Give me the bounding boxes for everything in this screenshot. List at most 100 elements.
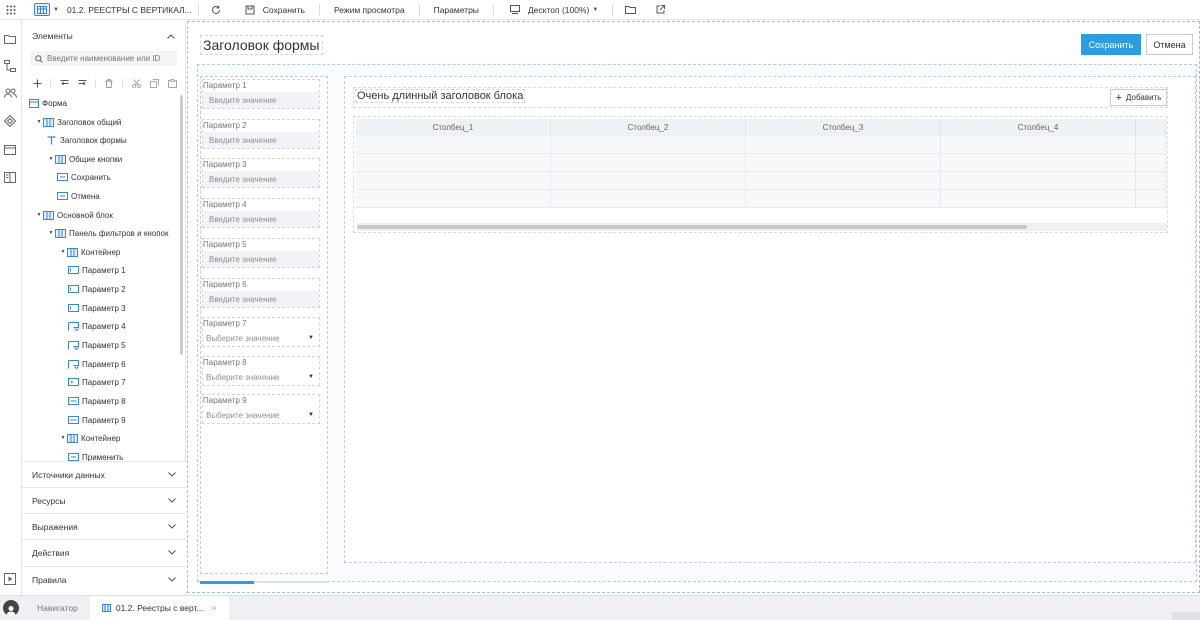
view-mode-button[interactable]: Режим просмотра	[326, 0, 413, 20]
form-title[interactable]: Заголовок формы	[200, 35, 323, 55]
apps-grid-icon[interactable]	[0, 0, 22, 20]
section-expressions[interactable]: Выражения	[22, 513, 186, 539]
calendar-icon[interactable]	[3, 142, 17, 156]
layout-icon	[101, 604, 111, 612]
copy-icon[interactable]	[149, 78, 159, 88]
tree-node-apply[interactable]: Применить	[68, 449, 123, 461]
caret-down-icon[interactable]: ▼	[35, 212, 43, 218]
filter-select[interactable]: Выберите значение ▼	[203, 407, 319, 423]
block-title[interactable]: Очень длинный заголовок блока	[355, 89, 526, 103]
book-icon[interactable]	[3, 170, 17, 184]
tree-node-param-3[interactable]: Параметр 3	[68, 300, 126, 316]
move-up-icon[interactable]	[59, 78, 69, 88]
refresh-icon[interactable]	[209, 3, 223, 17]
users-icon[interactable]	[3, 86, 17, 100]
folder-icon[interactable]	[3, 32, 17, 46]
tree-node-label: Основной блок	[57, 210, 113, 220]
tree-node-save[interactable]: Сохранить	[57, 169, 111, 185]
input-icon	[68, 303, 79, 313]
table-row[interactable]	[356, 154, 1166, 172]
tree-node-param-5[interactable]: Параметр 5	[68, 337, 126, 353]
navigator-tab[interactable]: Навигатор	[25, 596, 90, 620]
hierarchy-icon[interactable]	[3, 59, 17, 73]
filter-input[interactable]: Введите значение	[203, 171, 319, 187]
container-icon	[67, 433, 78, 443]
column-header[interactable]: Столбец_3	[746, 119, 941, 136]
tree-node-param-1[interactable]: Параметр 1	[68, 262, 126, 278]
tree-node-filter-panel[interactable]: ▼ Панель фильтров и кнопок	[47, 225, 169, 241]
scroll-thumb[interactable]	[357, 225, 1027, 229]
tree-node-form[interactable]: Форма	[28, 95, 67, 111]
caret-down-icon[interactable]: ▼	[47, 230, 55, 236]
container-icon	[55, 154, 66, 164]
tree-node-param-6[interactable]: Параметр 6	[68, 356, 126, 372]
table-hscrollbar[interactable]	[357, 223, 1167, 231]
filter-input[interactable]: Введите значение	[203, 92, 319, 108]
tree-node-main-block[interactable]: ▼ Основной блок	[35, 207, 113, 223]
close-icon[interactable]: ×	[212, 603, 217, 613]
filter-input[interactable]: Введите значение	[203, 211, 319, 227]
elements-header[interactable]: Элементы	[22, 21, 185, 51]
tree-node-param-7[interactable]: Параметр 7	[68, 374, 126, 390]
filter-label: Параметр 5	[203, 240, 247, 249]
save-icon	[243, 3, 257, 17]
document-tab[interactable]: 01.2. Реестры с верт... ×	[89, 595, 229, 620]
table-row[interactable]	[356, 190, 1166, 208]
select-icon	[68, 321, 79, 331]
tree-node-form-title[interactable]: Заголовок формы	[46, 132, 127, 148]
tree-node-header-common[interactable]: ▼ Заголовок общий	[35, 114, 121, 130]
tree-node-param-8[interactable]: Параметр 8	[68, 393, 126, 409]
input-icon	[68, 415, 79, 425]
tree-node-label: Сохранить	[71, 172, 111, 182]
element-search-input[interactable]: Введите наименование или ID	[30, 51, 177, 66]
chevron-up-icon[interactable]	[167, 33, 175, 39]
tree-scrollbar[interactable]	[180, 95, 183, 355]
save-toolbar-button[interactable]: Сохранить	[235, 0, 313, 20]
device-selector[interactable]: Десктоп (100%) ▼	[500, 0, 606, 20]
tree-node-param-2[interactable]: Параметр 2	[68, 281, 126, 297]
folder-icon[interactable]	[623, 3, 637, 17]
column-header[interactable]: Столбец_1	[356, 119, 551, 136]
caret-down-icon[interactable]: ▼	[59, 435, 67, 441]
play-icon[interactable]	[3, 572, 17, 586]
tree-node-param-4[interactable]: Параметр 4	[68, 318, 126, 334]
column-header[interactable]: Столбец_4	[941, 119, 1136, 136]
layout-selector[interactable]: ▼	[34, 3, 59, 16]
external-link-icon[interactable]	[653, 3, 667, 17]
filter-input[interactable]: Введите значение	[203, 132, 319, 148]
section-actions[interactable]: Действия	[22, 539, 186, 565]
diamond-icon[interactable]	[3, 114, 17, 128]
column-header[interactable]: Столбец_2	[551, 119, 746, 136]
caret-down-icon[interactable]: ▼	[59, 249, 67, 255]
section-resources[interactable]: Ресурсы	[22, 487, 186, 513]
filter-param-8: Параметр 8 Выберите значение ▼	[202, 356, 320, 386]
tree-node-param-9[interactable]: Параметр 9	[68, 412, 126, 428]
chevron-down-icon	[168, 577, 176, 582]
trash-icon[interactable]	[104, 78, 114, 88]
input-icon	[68, 265, 79, 275]
filter-input[interactable]: Введите значение	[203, 291, 319, 307]
table-row[interactable]	[356, 136, 1166, 154]
filter-input[interactable]: Введите значение	[203, 251, 319, 267]
cut-icon[interactable]	[131, 78, 141, 88]
section-rules[interactable]: Правила	[22, 566, 186, 592]
tree-node-cancel[interactable]: Отмена	[57, 188, 100, 204]
section-data-sources[interactable]: Источники данных	[22, 461, 186, 487]
caret-down-icon[interactable]: ▼	[47, 156, 55, 162]
plus-icon[interactable]	[32, 78, 42, 88]
filter-select[interactable]: Выберите значение ▼	[203, 369, 319, 385]
move-down-icon[interactable]	[77, 78, 87, 88]
add-button[interactable]: + Добавить	[1110, 89, 1167, 106]
tree-node-container-2[interactable]: ▼ Контейнер	[59, 430, 120, 446]
caret-down-icon[interactable]: ▼	[35, 119, 43, 125]
tree-node-common-buttons[interactable]: ▼ Общие кнопки	[47, 151, 122, 167]
paste-icon[interactable]	[167, 78, 177, 88]
tree-node-container[interactable]: ▼ Контейнер	[59, 244, 120, 260]
table-row[interactable]	[356, 172, 1166, 190]
params-button[interactable]: Параметры	[426, 0, 487, 20]
user-avatar-icon[interactable]	[3, 600, 19, 616]
filter-panel-scrollbar[interactable]	[200, 581, 254, 584]
filter-select[interactable]: Выберите значение ▼	[203, 330, 319, 346]
cancel-button[interactable]: Отмена	[1146, 34, 1193, 55]
save-button[interactable]: Сохранить	[1081, 34, 1141, 55]
